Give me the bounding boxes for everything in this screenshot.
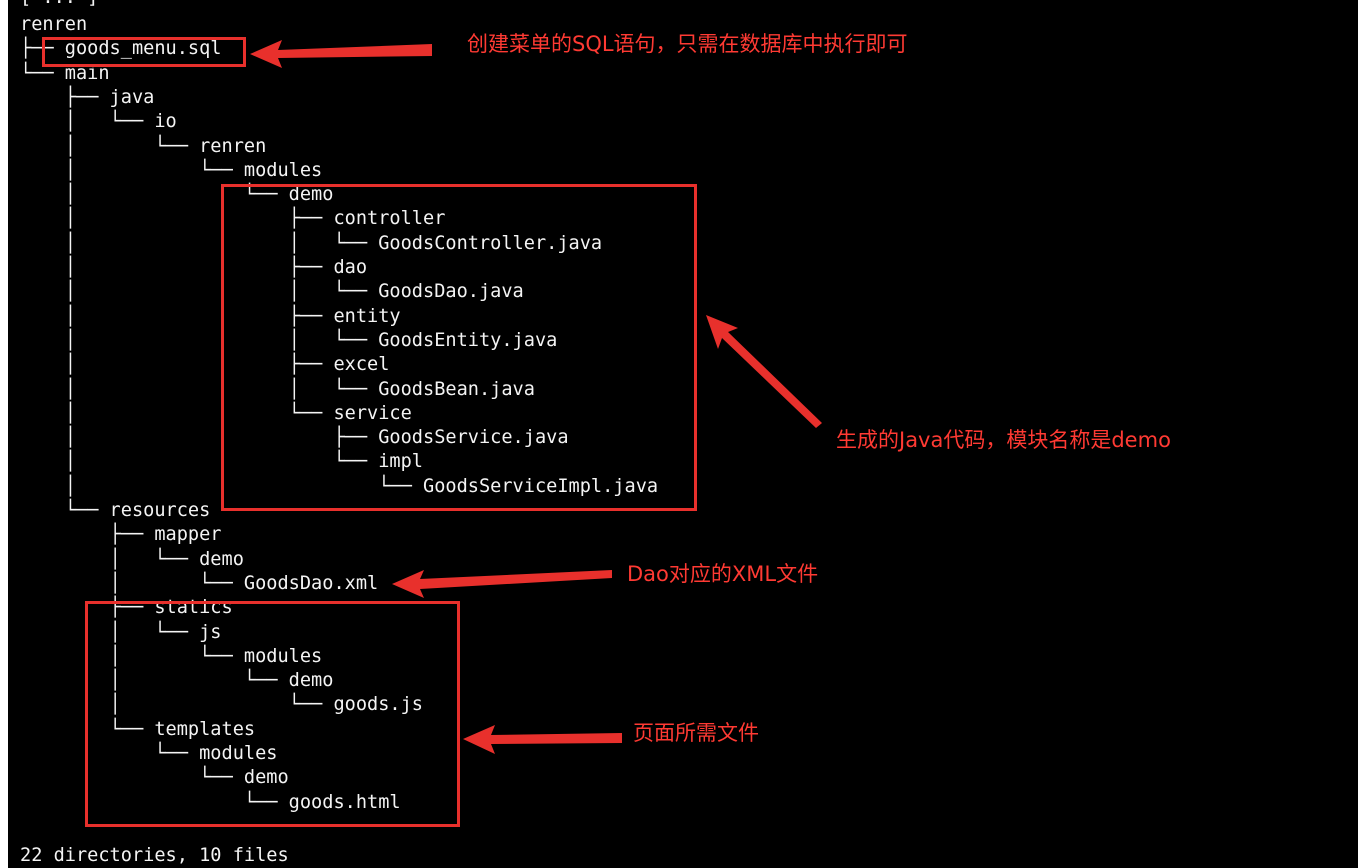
- java-annotation: 生成的Java代码，模块名称是demo: [836, 428, 1171, 452]
- arrow-to-dao-xml: [392, 570, 612, 598]
- arrow-to-sql-file: [250, 40, 432, 68]
- screenshot: [ ... ] renren├── goods_menu.sql└── main…: [0, 0, 1364, 868]
- arrow-to-page-files-box: [463, 725, 622, 754]
- sql-annotation: 创建菜单的SQL语句，只需在数据库中执行即可: [467, 32, 908, 56]
- dao-xml-annotation: Dao对应的XML文件: [627, 562, 819, 586]
- page-files-annotation: 页面所需文件: [633, 721, 759, 745]
- arrow-to-java-box: [706, 315, 822, 428]
